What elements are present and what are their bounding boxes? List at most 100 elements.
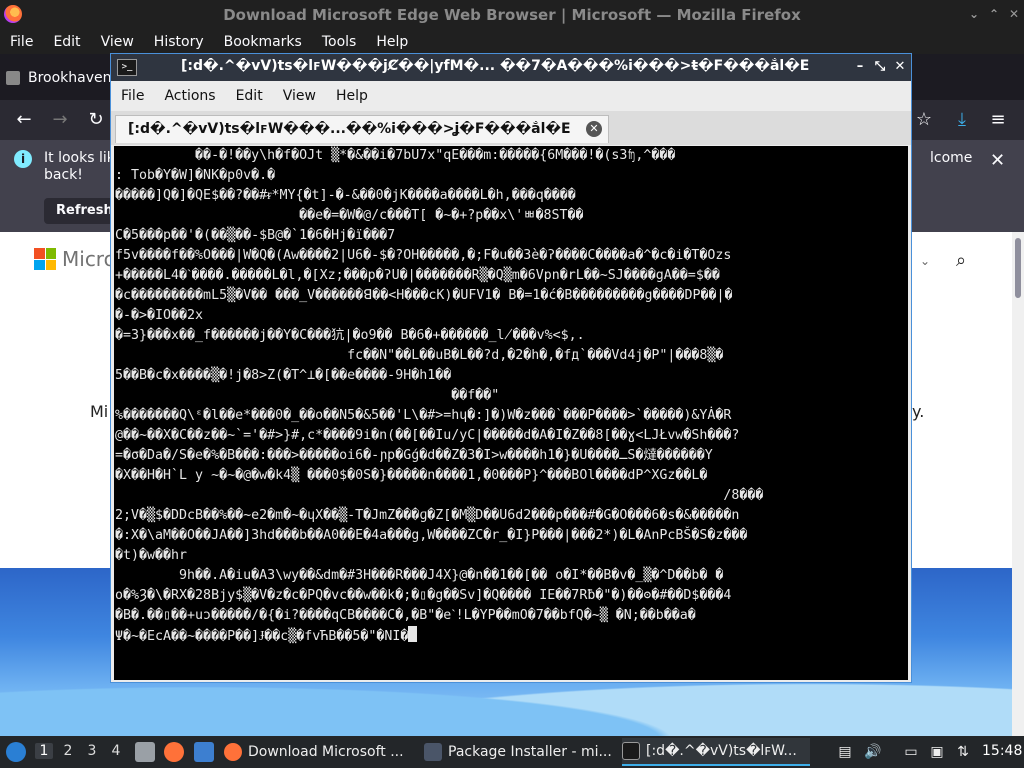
- terminal-line: o�%Ȝ�\�RX�28Bjy$▒�V�z�c�PQ�vc��w��k�;�▯�…: [115, 588, 732, 603]
- terminal-line: �B�.��▯��+uɔ�����/�{�i?����qCB����C�,�B"…: [115, 608, 696, 623]
- terminal-line: @��~��X�C��z��~`='�#>}#,c*����9i�n(��[��…: [115, 428, 740, 443]
- page-body-text-right: y.: [912, 402, 925, 421]
- menu-edit[interactable]: Edit: [43, 34, 90, 50]
- terminal-line: =�σ�Da�/S�e�%�B���:���>�����oi6�-ɲp�Gǵ�d…: [115, 448, 713, 463]
- terminal-line: fc��N"��L��uB�L��?d,�2�h�,�fд`���Vd4j�P"…: [115, 348, 724, 363]
- clipboard-icon[interactable]: ▤: [836, 743, 854, 761]
- terminal-titlebar[interactable]: >_ [:d�.^�vV)ts�lꜰW���jȻ��|yfM�... ��7�A…: [111, 54, 911, 81]
- menu-help[interactable]: Help: [326, 88, 378, 104]
- firefox-menubar: File Edit View History Bookmarks Tools H…: [0, 30, 1024, 54]
- task-firefox[interactable]: Download Microsoft ...: [224, 738, 410, 766]
- terminal-tabbar: [:d�.^�vV)ts�lꜰW���...��%i̇���>ʝ�F���ắl�…: [111, 111, 911, 145]
- window-launcher-icon[interactable]: [194, 742, 214, 762]
- terminal-line: �c���������mL5▒�V�� ���_V������ꓭ��<H���c…: [115, 288, 733, 303]
- terminal-line: 9h��.A�iu�A3\wy��&dm�#3H���R���J4X}@�n��…: [115, 568, 724, 583]
- scrollbar-thumb[interactable]: [1015, 238, 1021, 298]
- maximize-icon[interactable]: ⌃: [986, 6, 1002, 22]
- terminal-tab[interactable]: [:d�.^�vV)ts�lꜰW���...��%i̇���>ʝ�F���ắl�…: [115, 115, 609, 143]
- download-icon[interactable]: ⤓: [950, 108, 974, 132]
- brand-name: Micro: [62, 247, 116, 271]
- package-icon: [424, 743, 442, 761]
- tab-close-icon[interactable]: ✕: [586, 121, 602, 137]
- terminal-line: �-�>�IO��2x: [115, 308, 204, 323]
- terminal-line: 5��B�c�x����▒�!j�8>Z(�T^⊥�[��e����-9H�h1…: [115, 368, 452, 383]
- terminal-line: �t)�w��hr: [115, 548, 188, 563]
- start-menu-icon[interactable]: [6, 742, 26, 762]
- info-icon: i: [14, 150, 32, 168]
- terminal-line: %�������Q\ᵋ�l��e*���0�_��o��N5�&5��'L\�#…: [115, 408, 732, 423]
- terminal-line: +�����L4�ˋ����.�����L�l,�[Xz;���p�ʔU�|��…: [115, 268, 720, 283]
- workspace-3[interactable]: 3: [83, 743, 101, 759]
- terminal-cursor: [408, 626, 418, 642]
- terminal-line: ��e�=�W�@/c���T[ �~�+?p��x\'ㅃ�8ST��: [115, 208, 584, 223]
- clock[interactable]: 15:48: [982, 743, 1022, 759]
- menu-view[interactable]: View: [91, 34, 144, 50]
- notes-icon[interactable]: ▭: [902, 743, 920, 761]
- terminal-line: ��f��": [115, 388, 500, 403]
- terminal-line: C�5���p��'�(��▒��-$B@�`1�6�Hj�ï���7: [115, 228, 396, 243]
- page-scrollbar[interactable]: [1012, 232, 1024, 740]
- terminal-icon: [622, 742, 640, 760]
- menu-tools[interactable]: Tools: [312, 34, 367, 50]
- file-manager-icon[interactable]: [135, 742, 155, 762]
- terminal-line: �:X�\aM��O��JA��]3hd���b��A0��E�4a���g,W…: [115, 528, 748, 543]
- terminal-line: 2;V�▒$�DDcB��%��~e2�m�~�ɥX��▒-T�JmZ���ɡ�…: [115, 508, 740, 523]
- terminal-line: �����]Q�]�QE$��?��#ᵲ*MY{�t]-�-&��0�jK���…: [115, 188, 576, 203]
- task-package-installer[interactable]: Package Installer - mi...: [424, 738, 620, 766]
- menu-bookmarks[interactable]: Bookmarks: [214, 34, 312, 50]
- task-terminal[interactable]: [:d�.^�vV)ts�lꜰW...: [622, 738, 810, 766]
- search-icon[interactable]: ⌕: [956, 250, 966, 271]
- restore-icon[interactable]: ⤡: [871, 58, 889, 76]
- firefox-icon: [224, 743, 242, 761]
- task-label: Package Installer - mi...: [448, 744, 612, 760]
- minimize-icon[interactable]: –: [851, 58, 869, 76]
- firefox-logo-icon: [4, 5, 22, 23]
- firefox-launcher-icon[interactable]: [164, 742, 184, 762]
- page-body-text-left: Mi: [90, 402, 109, 421]
- back-icon[interactable]: ←: [12, 108, 36, 132]
- taskbar: 1 2 3 4 Download Microsoft ... Package I…: [0, 736, 1024, 768]
- network-icon[interactable]: ⇅: [954, 743, 972, 761]
- terminal-line: �X��H�H`L y ~�~�@�w�k4▒ ���0$�0S�}�����n…: [115, 468, 708, 483]
- terminal-line-last: Ψ�~�EcA��~����P��]Ɉ��c▒�fvЋB��5�"�NI�: [114, 626, 908, 646]
- terminal-window: >_ [:d�.^�vV)ts�lꜰW���jȻ��|yfM�... ��7�A…: [110, 53, 912, 683]
- firefox-window-title: Download Microsoft Edge Web Browser | Mi…: [223, 6, 801, 24]
- volume-icon[interactable]: 🔊: [864, 743, 882, 761]
- terminal-window-title: [:d�.^�vV)ts�lꜰW���jȻ��|yfM�... ��7�A���…: [181, 58, 810, 74]
- reload-icon[interactable]: ↻: [84, 108, 108, 132]
- task-label: [:d�.^�vV)ts�lꜰW...: [646, 743, 797, 759]
- menu-file[interactable]: File: [111, 88, 154, 104]
- menu-edit[interactable]: Edit: [226, 88, 273, 104]
- workspace-1[interactable]: 1: [35, 743, 53, 759]
- menu-history[interactable]: History: [144, 34, 214, 50]
- display-icon[interactable]: ▣: [928, 743, 946, 761]
- terminal-menubar: File Actions Edit View Help: [111, 81, 911, 111]
- chevron-down-icon[interactable]: ⌄: [920, 254, 930, 268]
- terminal-icon: >_: [117, 59, 137, 76]
- microsoft-logo-icon: [34, 248, 56, 270]
- menu-actions[interactable]: Actions: [154, 88, 225, 104]
- terminal-line: /8���: [115, 488, 764, 503]
- terminal-line: f5v����f��%O���|W�Q�(Aw����2|U6�-$�?OH��…: [115, 248, 732, 263]
- terminal-output[interactable]: ��-�!��y\h�f�OJt ▒*�&��i�7bU7x"qE���m:��…: [114, 146, 908, 680]
- menu-help[interactable]: Help: [366, 34, 418, 50]
- tab-favicon-icon: [6, 71, 20, 85]
- terminal-line-text: Ψ�~�EcA��~����P��]Ɉ��c▒�fvЋB��5�"�NI�: [115, 629, 409, 644]
- close-icon[interactable]: ✕: [1006, 6, 1022, 22]
- menu-file[interactable]: File: [0, 34, 43, 50]
- workspace-4[interactable]: 4: [107, 743, 125, 759]
- star-icon[interactable]: ☆: [912, 108, 936, 132]
- notification-close-icon[interactable]: ✕: [990, 150, 1005, 171]
- task-label: Download Microsoft ...: [248, 744, 404, 760]
- hamburger-menu-icon[interactable]: ≡: [986, 108, 1010, 132]
- close-icon[interactable]: ✕: [891, 58, 909, 76]
- minimize-icon[interactable]: ⌄: [966, 6, 982, 22]
- terminal-line: ��-�!��y\h�f�OJt ▒*�&��i�7bU7x"qE���m:��…: [115, 148, 676, 163]
- firefox-titlebar: Download Microsoft Edge Web Browser | Mi…: [0, 0, 1024, 30]
- menu-view[interactable]: View: [273, 88, 326, 104]
- workspace-2[interactable]: 2: [59, 743, 77, 759]
- terminal-tab-label: [:d�.^�vV)ts�lꜰW���...��%i̇���>ʝ�F���ắl�…: [128, 121, 571, 137]
- forward-icon[interactable]: →: [48, 108, 72, 132]
- browser-tab[interactable]: Brookhaven: [6, 64, 112, 92]
- tab-label: Brookhaven: [28, 70, 112, 86]
